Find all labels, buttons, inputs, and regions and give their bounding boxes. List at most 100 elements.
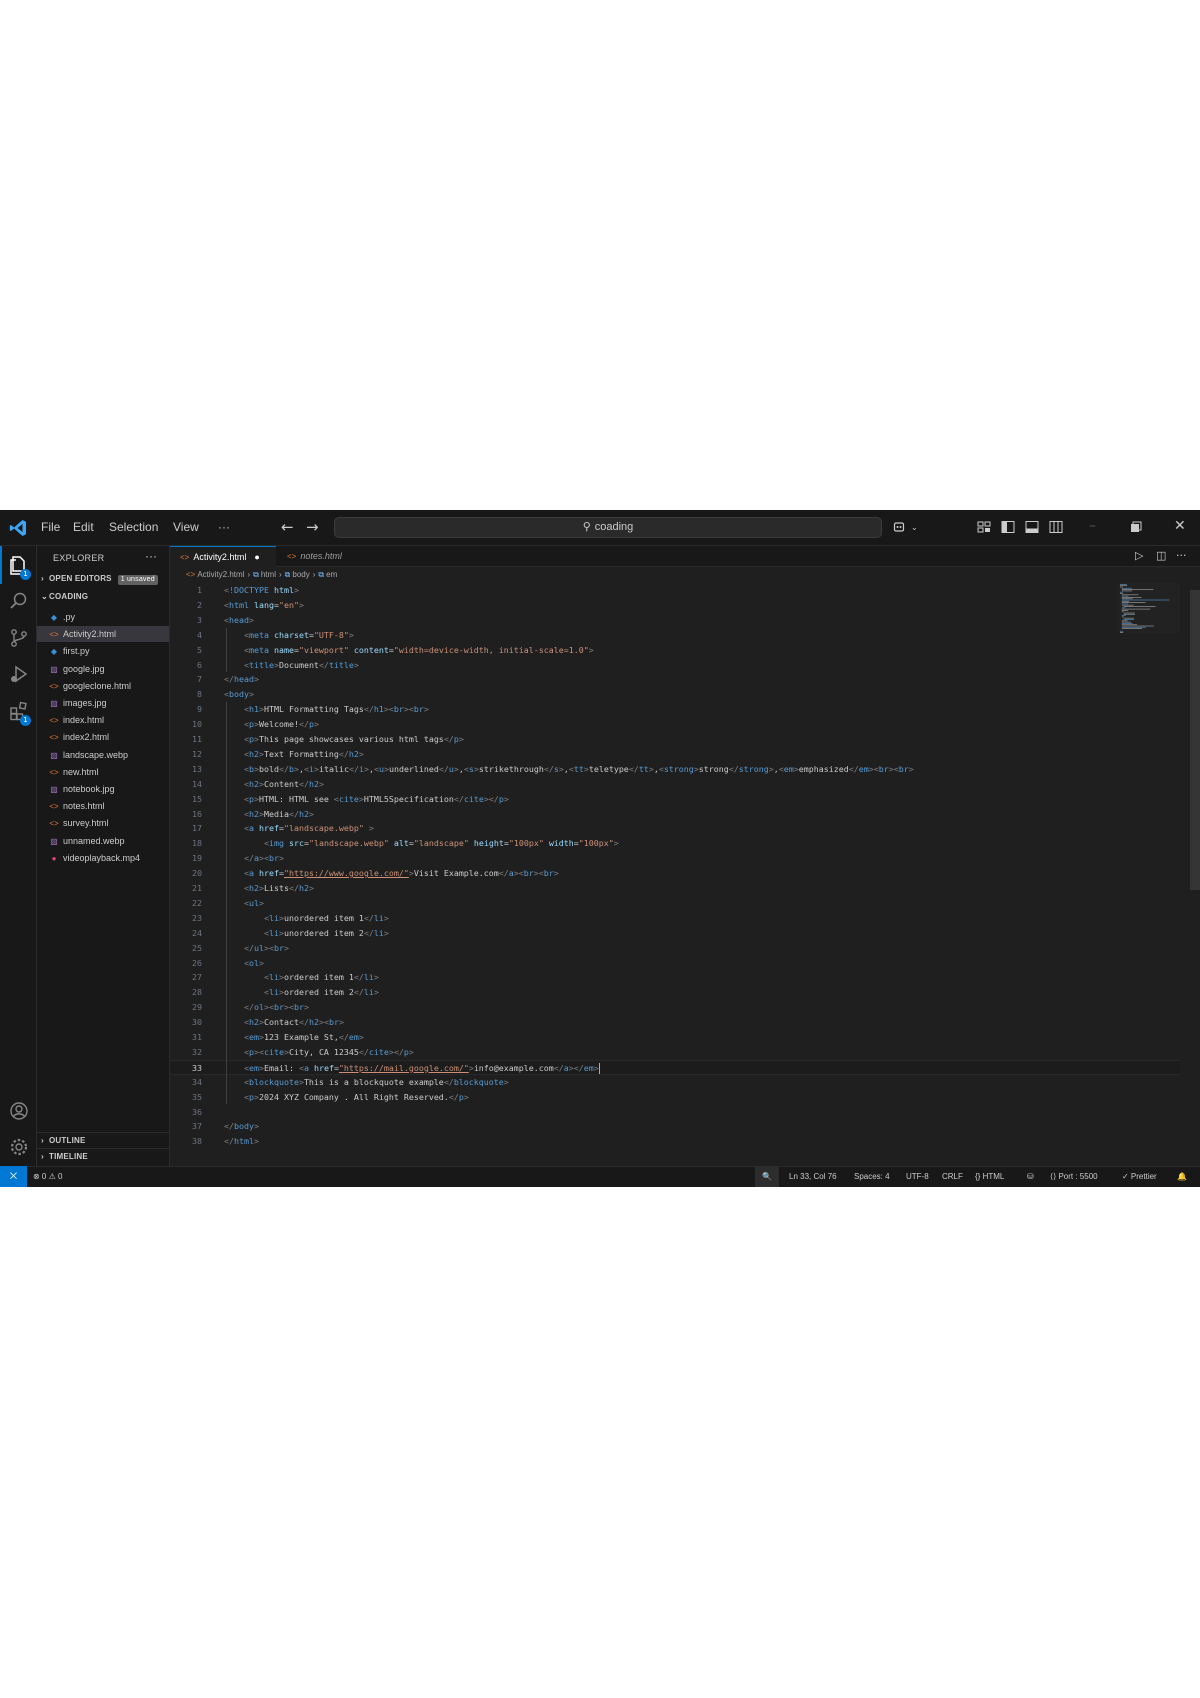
code-line[interactable]: 4 <meta charset="UTF-8"> bbox=[170, 628, 1180, 643]
code-line[interactable]: 27 <li>ordered item 1</li> bbox=[170, 970, 1180, 985]
status-search-icon[interactable]: 🔍 bbox=[755, 1166, 779, 1187]
file-item[interactable]: ▨ landscape.webp bbox=[37, 747, 169, 763]
menu-view[interactable]: View bbox=[173, 520, 199, 534]
problems-indicator[interactable]: ⊗ 0 ⚠ 0 bbox=[33, 1167, 62, 1187]
code-line[interactable]: 35 <p>2024 XYZ Company . All Right Reser… bbox=[170, 1090, 1180, 1105]
code-line[interactable]: 15 <p>HTML: HTML see <cite>HTML5Specific… bbox=[170, 792, 1180, 807]
code-line[interactable]: 34 <blockquote>This is a blockquote exam… bbox=[170, 1075, 1180, 1090]
outline-section[interactable]: › OUTLINE bbox=[37, 1132, 169, 1148]
code-line[interactable]: 1 <!DOCTYPE html> bbox=[170, 583, 1180, 598]
encoding[interactable]: UTF-8 bbox=[906, 1167, 929, 1187]
file-item[interactable]: <> index2.html bbox=[37, 729, 169, 745]
menu-selection[interactable]: Selection bbox=[109, 520, 158, 534]
code-line[interactable]: 14 <h2>Content</h2> bbox=[170, 777, 1180, 792]
copilot-dropdown-icon[interactable]: ⌄ bbox=[911, 523, 918, 532]
code-line[interactable]: 17 <a href="landscape.webp" > bbox=[170, 821, 1180, 836]
code-line[interactable]: 2 <html lang="en"> bbox=[170, 598, 1180, 613]
file-item[interactable]: <> notes.html bbox=[37, 798, 169, 814]
code-line[interactable]: 16 <h2>Media</h2> bbox=[170, 807, 1180, 822]
restore-icon[interactable] bbox=[1129, 519, 1143, 533]
code-line[interactable]: 6 <title>Document</title> bbox=[170, 658, 1180, 673]
command-center-search[interactable]: ⚲ coading bbox=[334, 517, 882, 538]
code-line[interactable]: 31 <em>123 Example St,</em> bbox=[170, 1030, 1180, 1045]
cursor-position[interactable]: Ln 33, Col 76 bbox=[789, 1167, 837, 1187]
indentation[interactable]: Spaces: 4 bbox=[854, 1167, 890, 1187]
timeline-section[interactable]: › TIMELINE bbox=[37, 1148, 169, 1164]
minimize-icon[interactable]: – bbox=[1089, 518, 1096, 534]
run-icon[interactable]: ▷ bbox=[1135, 549, 1143, 562]
source-control-icon[interactable] bbox=[8, 627, 30, 649]
code-line[interactable]: 20 <a href="https://www.google.com/">Vis… bbox=[170, 866, 1180, 881]
tab-notes[interactable]: <> notes.html bbox=[277, 546, 357, 567]
run-debug-icon[interactable] bbox=[8, 663, 30, 685]
language-mode[interactable]: {} HTML bbox=[975, 1167, 1004, 1187]
code-line[interactable]: 21 <h2>Lists</h2> bbox=[170, 881, 1180, 896]
code-line[interactable]: 12 <h2>Text Formatting</h2> bbox=[170, 747, 1180, 762]
open-editors-section[interactable]: › OPEN EDITORS 1 unsaved bbox=[41, 574, 158, 585]
code-line[interactable]: 10 <p>Welcome!</p> bbox=[170, 717, 1180, 732]
code-line[interactable]: 5 <meta name="viewport" content="width=d… bbox=[170, 643, 1180, 658]
code-line[interactable]: 11 <p>This page showcases various html t… bbox=[170, 732, 1180, 747]
breadcrumb-file[interactable]: Activity2.html bbox=[197, 570, 244, 579]
editor-more-icon[interactable]: ··· bbox=[1176, 549, 1187, 562]
file-item[interactable]: <> index.html bbox=[37, 712, 169, 728]
unsaved-dot-icon[interactable]: ● bbox=[254, 552, 259, 562]
settings-gear-icon[interactable] bbox=[8, 1136, 30, 1158]
file-item[interactable]: ▨ notebook.jpg bbox=[37, 781, 169, 797]
menu-edit[interactable]: Edit bbox=[73, 520, 94, 534]
file-item[interactable]: <> new.html bbox=[37, 764, 169, 780]
breadcrumb-html[interactable]: html bbox=[261, 570, 276, 579]
accounts-icon[interactable] bbox=[8, 1100, 30, 1122]
toggle-primary-sidebar-icon[interactable] bbox=[1001, 519, 1015, 533]
code-line[interactable]: 9 <h1>HTML Formatting Tags</h1><br><br> bbox=[170, 702, 1180, 717]
file-item[interactable]: <> googleclone.html bbox=[37, 678, 169, 694]
menu-file[interactable]: File bbox=[41, 520, 60, 534]
prettier-status[interactable]: ✓ Prettier bbox=[1122, 1167, 1157, 1187]
toggle-panel-icon[interactable] bbox=[1025, 519, 1039, 533]
breadcrumb-body[interactable]: body bbox=[292, 570, 309, 579]
code-line[interactable]: 22 <ul> bbox=[170, 896, 1180, 911]
code-line[interactable]: 19 </a><br> bbox=[170, 851, 1180, 866]
forward-arrow-icon[interactable]: → bbox=[306, 518, 319, 536]
code-line[interactable]: 33 <em>Email: <a href="https://mail.goog… bbox=[170, 1059, 1180, 1075]
menu-more[interactable]: ··· bbox=[218, 520, 230, 534]
code-line[interactable]: 18 <img src="landscape.webp" alt="landsc… bbox=[170, 836, 1180, 851]
code-line[interactable]: 29 </ol><br><br> bbox=[170, 1000, 1180, 1015]
code-line[interactable]: 8 <body> bbox=[170, 687, 1180, 702]
copilot-icon[interactable] bbox=[893, 519, 907, 533]
code-line[interactable]: 25 </ul><br> bbox=[170, 941, 1180, 956]
file-item[interactable]: ◆ first.py bbox=[37, 643, 169, 659]
live-server-port[interactable]: ⟨⟩ Port : 5500 bbox=[1050, 1167, 1098, 1187]
file-item[interactable]: ◆ .py bbox=[37, 609, 169, 625]
code-line[interactable]: 3 <head> bbox=[170, 613, 1180, 628]
vertical-scrollbar[interactable] bbox=[1190, 590, 1200, 890]
workspace-folder-section[interactable]: ⌄COADING bbox=[41, 592, 88, 601]
tab-activity2[interactable]: <> Activity2.html ● bbox=[170, 546, 276, 567]
file-item[interactable]: ▨ google.jpg bbox=[37, 661, 169, 677]
file-item[interactable]: ▨ images.jpg bbox=[37, 695, 169, 711]
toggle-secondary-sidebar-icon[interactable] bbox=[1049, 519, 1063, 533]
search-icon[interactable] bbox=[8, 590, 30, 612]
code-line[interactable]: 32 <p><cite>City, CA 12345</cite></p> bbox=[170, 1045, 1180, 1060]
code-line[interactable]: 23 <li>unordered item 1</li> bbox=[170, 911, 1180, 926]
line-endings[interactable]: CRLF bbox=[942, 1167, 963, 1187]
file-item[interactable]: ● videoplayback.mp4 bbox=[37, 850, 169, 866]
remote-indicator-icon[interactable]: ⨉ bbox=[0, 1166, 27, 1187]
format-icon[interactable]: ⛁ bbox=[1027, 1167, 1034, 1187]
code-line[interactable]: 7 </head> bbox=[170, 672, 1180, 687]
notifications-bell-icon[interactable]: 🔔 bbox=[1177, 1167, 1187, 1187]
back-arrow-icon[interactable]: ← bbox=[281, 518, 294, 536]
code-line[interactable]: 38 </html> bbox=[170, 1134, 1180, 1149]
code-line[interactable]: 13 <b>bold</b>,<i>italic</i>,<u>underlin… bbox=[170, 762, 1180, 777]
code-line[interactable]: 26 <ol> bbox=[170, 956, 1180, 971]
code-editor[interactable]: 1 <!DOCTYPE html> 2 <html lang="en"> 3 <head>… bbox=[170, 583, 1180, 1166]
code-line[interactable]: 37 </body> bbox=[170, 1119, 1180, 1134]
minimap[interactable] bbox=[1118, 583, 1180, 643]
file-item[interactable]: ▨ unnamed.webp bbox=[37, 833, 169, 849]
split-editor-icon[interactable]: ◫ bbox=[1156, 549, 1166, 562]
code-line[interactable]: 36 bbox=[170, 1105, 1180, 1120]
code-line[interactable]: 28 <li>ordered item 2</li> bbox=[170, 985, 1180, 1000]
customize-layout-icon[interactable] bbox=[977, 519, 991, 533]
explorer-more-icon[interactable]: ··· bbox=[145, 549, 157, 563]
file-item[interactable]: <> Activity2.html bbox=[37, 626, 169, 643]
